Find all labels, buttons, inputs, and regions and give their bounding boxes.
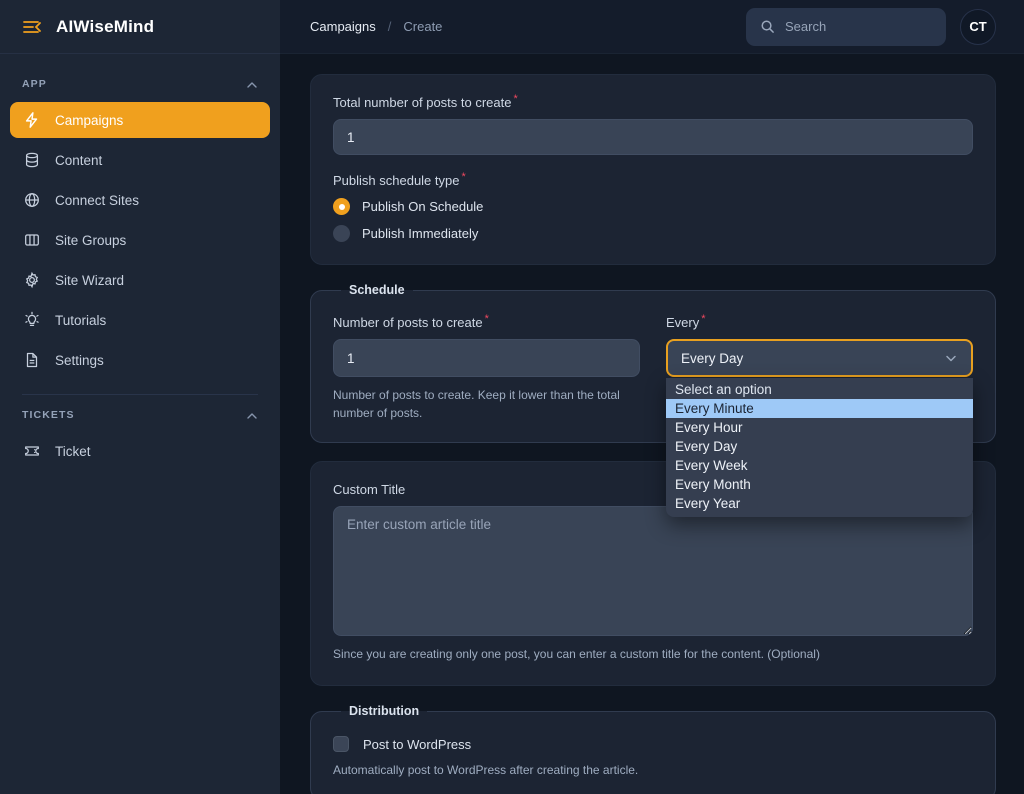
every-select-value: Every Day [681, 351, 743, 366]
breadcrumb-parent[interactable]: Campaigns [310, 19, 376, 34]
database-icon [22, 151, 41, 170]
app-root: AIWiseMind APP Campaigns Content [0, 0, 1024, 794]
required-mark: * [513, 93, 517, 105]
sidebar-item-campaigns[interactable]: Campaigns [10, 102, 270, 138]
nav-group-header-app[interactable]: APP [10, 68, 270, 98]
ticket-icon [22, 442, 41, 461]
topbar-right: CT [746, 8, 996, 46]
sidebar-item-content[interactable]: Content [10, 142, 270, 178]
campaign-create-form: Total number of posts to create* Publish… [280, 54, 1024, 794]
select-option-highlighted[interactable]: Every Minute [666, 399, 973, 418]
fieldset-schedule-legend: Schedule [341, 283, 413, 297]
sidebar-divider [22, 394, 258, 395]
custom-title-textarea[interactable] [333, 506, 973, 636]
sidebar-item-label: Site Wizard [55, 273, 124, 288]
select-option[interactable]: Every Year [666, 494, 973, 513]
fieldset-distribution-legend: Distribution [341, 704, 427, 718]
fieldset-schedule: Schedule Number of posts to create* Numb… [310, 283, 996, 443]
chevron-up-icon [246, 409, 258, 421]
lightning-bolt-icon [22, 111, 41, 130]
breadcrumb-separator: / [388, 19, 392, 34]
publish-schedule-type-label: Publish schedule type* [333, 173, 973, 188]
select-option[interactable]: Select an option [666, 380, 973, 399]
required-mark: * [701, 313, 705, 325]
nav-group-label-app: APP [22, 78, 47, 90]
gear-icon [22, 271, 41, 290]
select-option[interactable]: Every Day [666, 437, 973, 456]
sidebar-item-label: Tutorials [55, 313, 106, 328]
number-of-posts-input[interactable] [333, 339, 640, 377]
select-option[interactable]: Every Hour [666, 418, 973, 437]
total-posts-label-text: Total number of posts to create [333, 95, 511, 110]
total-posts-input[interactable] [333, 119, 973, 155]
schedule-number-col: Number of posts to create* Number of pos… [333, 315, 640, 422]
sidebar: AIWiseMind APP Campaigns Content [0, 0, 280, 794]
breadcrumb-current: Create [403, 19, 442, 34]
topbar: Campaigns / Create CT [280, 0, 1024, 54]
sidebar-item-label: Ticket [55, 444, 91, 459]
document-icon [22, 351, 41, 370]
card-basic-settings: Total number of posts to create* Publish… [310, 74, 996, 265]
sidebar-brand: AIWiseMind [0, 0, 280, 54]
number-of-posts-label-text: Number of posts to create [333, 315, 483, 330]
sidebar-item-label: Connect Sites [55, 193, 139, 208]
checkbox-indicator [333, 736, 349, 752]
sidebar-item-tutorials[interactable]: Tutorials [10, 302, 270, 338]
avatar[interactable]: CT [960, 9, 996, 45]
post-to-wordpress-helper: Automatically post to WordPress after cr… [333, 761, 973, 779]
sidebar-nav: APP Campaigns Content [0, 54, 280, 473]
columns-icon [22, 231, 41, 250]
collapse-menu-icon[interactable] [22, 17, 42, 37]
sidebar-item-site-groups[interactable]: Site Groups [10, 222, 270, 258]
radio-publish-immediately[interactable]: Publish Immediately [333, 225, 973, 242]
nav-group-label-tickets: TICKETS [22, 409, 75, 421]
sidebar-item-label: Site Groups [55, 233, 126, 248]
every-select[interactable]: Every Day [666, 339, 973, 377]
breadcrumb: Campaigns / Create [310, 19, 442, 34]
radio-indicator-selected [333, 198, 350, 215]
radio-indicator [333, 225, 350, 242]
sidebar-item-settings[interactable]: Settings [10, 342, 270, 378]
select-option[interactable]: Every Month [666, 475, 973, 494]
sidebar-item-connect-sites[interactable]: Connect Sites [10, 182, 270, 218]
globe-icon [22, 191, 41, 210]
publish-schedule-type-label-text: Publish schedule type [333, 173, 459, 188]
select-option[interactable]: Every Week [666, 456, 973, 475]
schedule-every-col: Every* Every Day Select an option Every [666, 315, 973, 377]
search-box[interactable] [746, 8, 946, 46]
every-label: Every* [666, 315, 973, 330]
sidebar-item-label: Settings [55, 353, 104, 368]
number-of-posts-label: Number of posts to create* [333, 315, 640, 330]
every-select-wrap: Every Day Select an option Every Minute … [666, 339, 973, 377]
search-input[interactable] [785, 19, 932, 34]
sidebar-item-ticket[interactable]: Ticket [10, 433, 270, 469]
every-label-text: Every [666, 315, 699, 330]
radio-label: Publish Immediately [362, 226, 478, 241]
fieldset-distribution: Distribution Post to WordPress Automatic… [310, 704, 996, 794]
nav-group-header-tickets[interactable]: TICKETS [10, 399, 270, 429]
chevron-down-icon [944, 351, 958, 365]
chevron-up-icon [246, 78, 258, 90]
sidebar-item-label: Campaigns [55, 113, 123, 128]
sidebar-item-label: Content [55, 153, 102, 168]
required-mark: * [485, 313, 489, 325]
sidebar-item-site-wizard[interactable]: Site Wizard [10, 262, 270, 298]
app-title: AIWiseMind [56, 17, 154, 37]
required-mark: * [461, 171, 465, 183]
number-of-posts-helper: Number of posts to create. Keep it lower… [333, 386, 640, 422]
search-icon [760, 19, 775, 34]
checkbox-post-to-wordpress[interactable]: Post to WordPress [333, 736, 973, 752]
every-select-menu: Select an option Every Minute Every Hour… [666, 378, 973, 517]
radio-label: Publish On Schedule [362, 199, 483, 214]
custom-title-helper: Since you are creating only one post, yo… [333, 645, 973, 663]
main-area: Campaigns / Create CT Total number of po… [280, 0, 1024, 794]
total-posts-label: Total number of posts to create* [333, 95, 973, 110]
lightbulb-icon [22, 311, 41, 330]
radio-publish-on-schedule[interactable]: Publish On Schedule [333, 198, 973, 215]
checkbox-label: Post to WordPress [363, 737, 471, 752]
schedule-row: Number of posts to create* Number of pos… [333, 303, 973, 422]
